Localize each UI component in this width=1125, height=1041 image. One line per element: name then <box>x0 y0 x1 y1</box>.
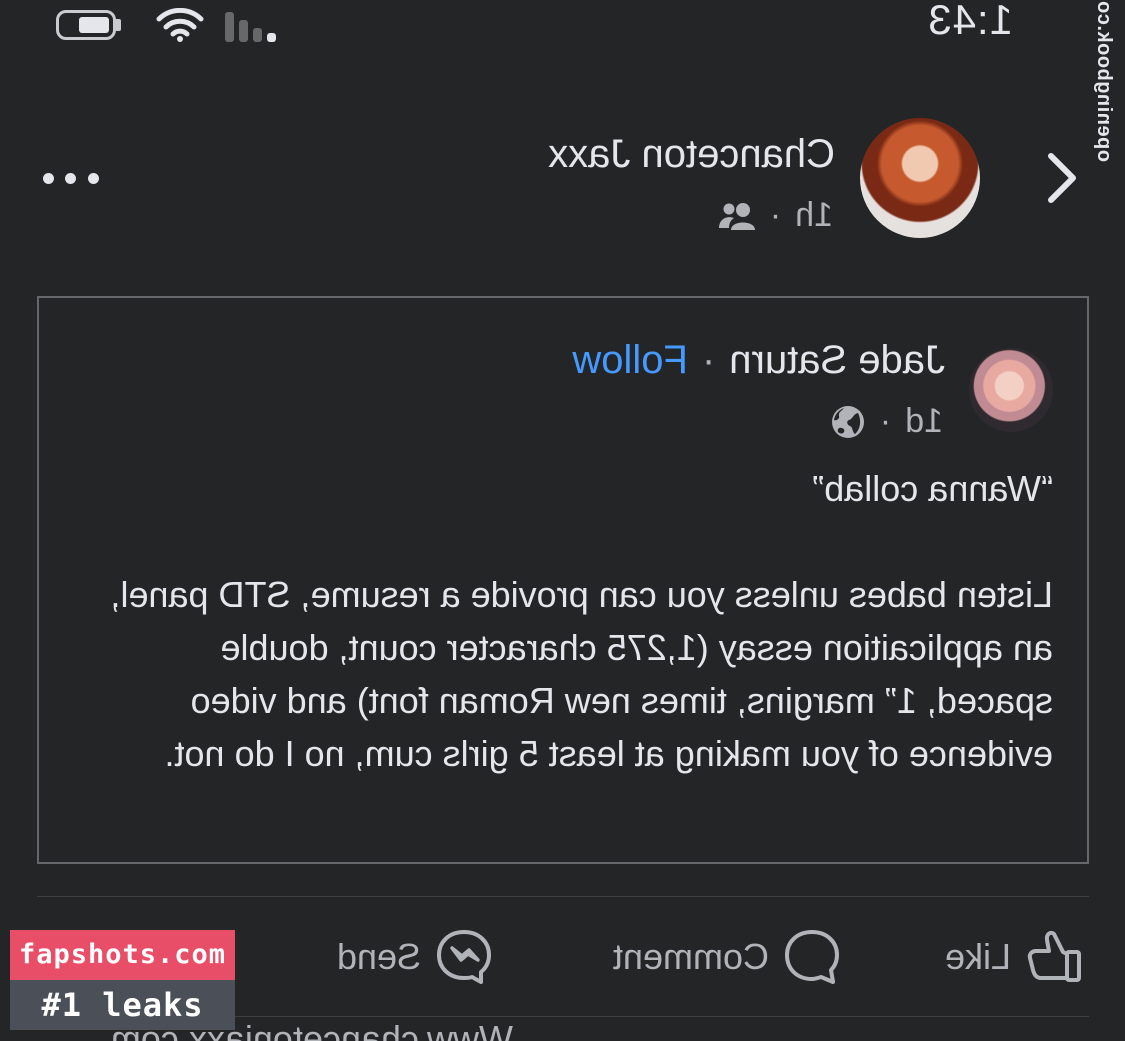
shared-post-text: Listen babes unless you can provide a re… <box>110 574 1053 774</box>
shared-post-title: “Wanna collab” <box>812 468 1053 509</box>
thumbs-up-icon <box>1025 928 1083 986</box>
shared-post-meta: 1d · <box>830 402 943 441</box>
meta-separator: · <box>879 402 892 440</box>
more-options-button[interactable] <box>43 160 99 196</box>
author-meta: 1h · <box>718 196 833 235</box>
friends-icon <box>718 201 756 231</box>
more-dot <box>43 172 54 184</box>
battery-icon <box>56 10 116 40</box>
wifi-icon <box>156 8 204 42</box>
more-dot <box>65 172 77 184</box>
send-button[interactable]: Send <box>337 926 493 988</box>
name-separator: · <box>701 338 716 382</box>
comment-bubble-icon <box>783 928 841 986</box>
comment-label: Comment <box>612 936 769 977</box>
shared-post-body: “Wanna collab” Listen babes unless you c… <box>93 462 1053 780</box>
badge-site: fapshots.com <box>10 930 235 980</box>
like-label: Like <box>944 936 1011 977</box>
status-icons <box>56 8 276 44</box>
send-label: Send <box>336 936 421 977</box>
cellular-signal-icon <box>220 8 276 42</box>
shared-author-row: Jade Saturn · Follow <box>572 338 945 383</box>
shared-post-time: 1d <box>905 402 943 440</box>
back-chevron-icon[interactable] <box>1041 152 1085 204</box>
meta-separator: · <box>769 196 782 234</box>
badge-tagline: #1 leaks <box>10 980 235 1030</box>
comment-button[interactable]: Comment <box>613 926 841 988</box>
author-avatar[interactable] <box>860 118 980 238</box>
status-time: 1:43 <box>927 0 1013 43</box>
globe-icon <box>830 404 866 440</box>
follow-link[interactable]: Follow <box>572 338 688 383</box>
messenger-icon <box>435 928 493 986</box>
battery-tip <box>116 19 121 31</box>
like-button[interactable]: Like <box>945 926 1083 988</box>
more-dot <box>88 172 99 184</box>
status-bar: 1:43 <box>0 0 1125 50</box>
author-name[interactable]: Chanceton Jaxx <box>548 132 835 177</box>
watermark-badge: fapshots.com #1 leaks <box>10 930 235 1030</box>
side-watermark: openingbook.com <box>1093 0 1115 162</box>
shared-author-avatar[interactable] <box>969 348 1053 432</box>
action-divider <box>37 896 1089 897</box>
battery-level <box>79 17 109 33</box>
post-time: 1h <box>795 196 833 234</box>
screenshot: 1:43 Chanceton Jaxx 1h · openingbook.com… <box>0 0 1125 1041</box>
mirrored-post-view: 1:43 Chanceton Jaxx 1h · openingbook.com… <box>0 0 1125 1041</box>
shared-author-name[interactable]: Jade Saturn <box>729 338 945 383</box>
